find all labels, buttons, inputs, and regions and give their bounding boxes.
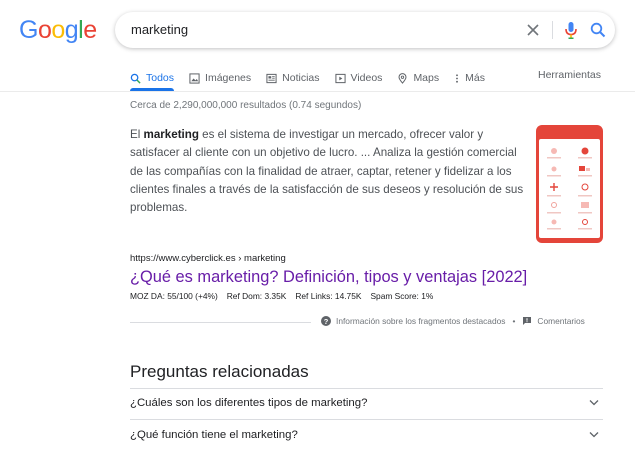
help-icon: ? bbox=[321, 316, 331, 326]
tab-label: Imágenes bbox=[205, 72, 252, 84]
result-url[interactable]: https://www.cyberclick.es › marketing bbox=[130, 253, 286, 264]
snippet-footer-divider bbox=[130, 322, 311, 323]
snippet-prefix: El bbox=[130, 128, 144, 141]
header-divider bbox=[0, 91, 635, 92]
search-icon[interactable] bbox=[587, 19, 609, 41]
infographic-image bbox=[547, 147, 592, 230]
moz-spam-score: Spam Score: 1% bbox=[370, 291, 434, 301]
tab-mas[interactable]: Más bbox=[454, 69, 485, 87]
tab-label: Videos bbox=[350, 72, 383, 84]
logo-letter: o bbox=[51, 16, 65, 44]
search-icon bbox=[130, 73, 141, 84]
more-dots-icon bbox=[456, 73, 459, 83]
tab-label: Noticias bbox=[282, 72, 320, 84]
related-divider bbox=[130, 419, 603, 420]
search-box[interactable]: marketing bbox=[115, 12, 615, 48]
search-tabs: Todos Imágenes Noticias Videos Maps Más bbox=[130, 69, 500, 87]
logo-letter: e bbox=[83, 16, 97, 44]
snippet-footer: ? Información sobre los fragmentos desta… bbox=[321, 316, 585, 326]
tab-todos[interactable]: Todos bbox=[130, 69, 174, 87]
feedback-icon bbox=[523, 317, 532, 325]
snippet-keyword: marketing bbox=[143, 128, 199, 141]
related-questions-title: Preguntas relacionadas bbox=[130, 362, 309, 381]
snippet-info-label: Información sobre los fragmentos destaca… bbox=[336, 316, 506, 326]
tab-maps[interactable]: Maps bbox=[397, 69, 439, 87]
map-pin-icon bbox=[398, 72, 407, 84]
svg-text:?: ? bbox=[324, 317, 329, 326]
clear-icon[interactable] bbox=[522, 19, 544, 41]
tab-label: Maps bbox=[413, 72, 440, 84]
news-icon bbox=[266, 73, 277, 83]
feedback-label: Comentarios bbox=[537, 316, 585, 326]
image-icon bbox=[189, 72, 200, 84]
video-icon bbox=[334, 73, 346, 83]
logo-letter: o bbox=[37, 16, 52, 44]
related-question-text: ¿Cuáles son los diferentes tipos de mark… bbox=[130, 397, 368, 409]
feedback-link[interactable]: Comentarios bbox=[522, 316, 585, 326]
result-stats: Cerca de 2,290,000,000 resultados (0.74 … bbox=[130, 100, 362, 111]
footer-separator: • bbox=[512, 316, 516, 326]
snippet-info-link[interactable]: ? Información sobre los fragmentos desta… bbox=[321, 316, 505, 326]
related-question-item[interactable]: ¿Qué función tiene el marketing? bbox=[130, 421, 603, 451]
chevron-down-icon bbox=[589, 432, 599, 438]
moz-da: MOZ DA: 55/100 (+4%) bbox=[130, 291, 218, 301]
tab-videos[interactable]: Videos bbox=[334, 69, 383, 87]
moz-ref-links: Ref Links: 14.75K bbox=[295, 291, 362, 301]
snippet-thumbnail[interactable] bbox=[536, 125, 603, 243]
result-title-link[interactable]: ¿Qué es marketing? Definición, tipos y v… bbox=[130, 268, 527, 287]
tools-button[interactable]: Herramientas bbox=[538, 69, 601, 81]
tab-label: Todos bbox=[146, 72, 175, 84]
tab-imagenes[interactable]: Imágenes bbox=[189, 69, 251, 87]
tab-noticias[interactable]: Noticias bbox=[266, 69, 320, 87]
moz-metrics: MOZ DA: 55/100 (+4%) Ref Dom: 3.35K Ref Li… bbox=[130, 291, 442, 301]
thumbnail-card bbox=[539, 139, 600, 238]
tab-label: Más bbox=[465, 72, 485, 84]
logo-letter: g bbox=[64, 16, 79, 44]
moz-ref-dom: Ref Dom: 3.35K bbox=[226, 291, 287, 301]
google-logo[interactable]: Google bbox=[19, 16, 97, 45]
featured-snippet-text: El marketing es el sistema de investigar… bbox=[130, 126, 525, 217]
chevron-down-icon bbox=[589, 400, 599, 406]
search-divider bbox=[552, 21, 553, 39]
related-question-item[interactable]: ¿Cuáles son los diferentes tipos de mark… bbox=[130, 389, 603, 419]
related-question-text: ¿Qué función tiene el marketing? bbox=[130, 429, 298, 441]
search-input[interactable]: marketing bbox=[131, 22, 188, 37]
microphone-icon[interactable] bbox=[560, 19, 582, 41]
logo-letter: G bbox=[19, 16, 38, 44]
